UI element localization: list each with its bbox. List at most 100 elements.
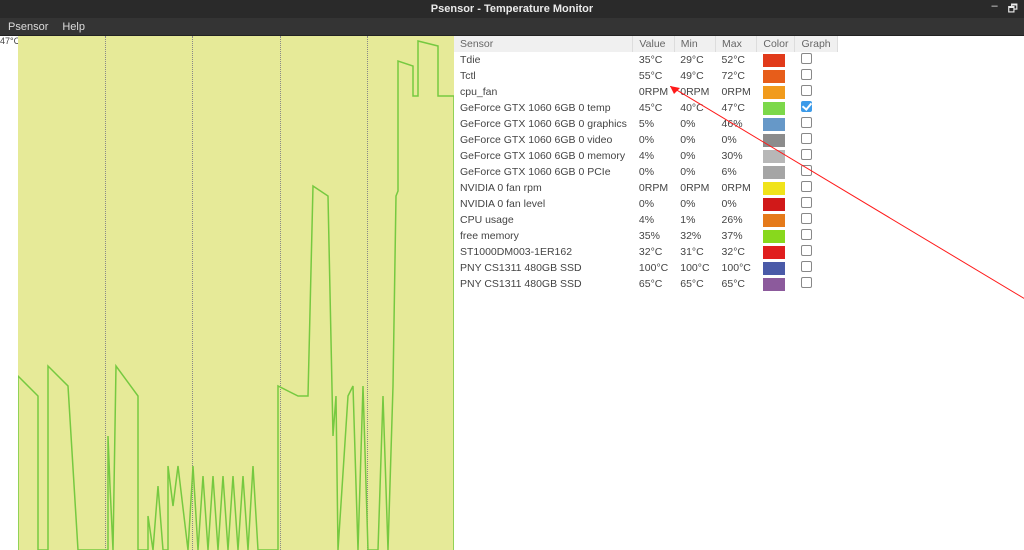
sensor-max: 26% [716, 212, 757, 228]
sensor-graph-checkbox[interactable] [795, 164, 837, 180]
sensor-value: 4% [633, 212, 674, 228]
table-row[interactable]: GeForce GTX 1060 6GB 0 graphics5%0%46% [454, 116, 837, 132]
main-content: 47°C Sensor Value Min Max Color Graph [0, 36, 1024, 550]
sensor-color-swatch[interactable] [757, 100, 795, 116]
sensor-value: 55°C [633, 68, 674, 84]
sensor-color-swatch[interactable] [757, 276, 795, 292]
table-row[interactable]: free memory35%32%37% [454, 228, 837, 244]
sensor-color-swatch[interactable] [757, 148, 795, 164]
table-row[interactable]: GeForce GTX 1060 6GB 0 video0%0%0% [454, 132, 837, 148]
sensor-max: 100°C [716, 260, 757, 276]
sensor-value: 4% [633, 148, 674, 164]
col-sensor[interactable]: Sensor [454, 36, 633, 52]
sensor-min: 0RPM [674, 180, 715, 196]
sensor-graph-checkbox[interactable] [795, 84, 837, 100]
sensor-graph-checkbox[interactable] [795, 52, 837, 68]
sensor-min: 31°C [674, 244, 715, 260]
table-row[interactable]: PNY CS1311 480GB SSD65°C65°C65°C [454, 276, 837, 292]
table-row[interactable]: GeForce GTX 1060 6GB 0 PCIe0%0%6% [454, 164, 837, 180]
sensor-value: 100°C [633, 260, 674, 276]
col-color[interactable]: Color [757, 36, 795, 52]
sensor-value: 0% [633, 132, 674, 148]
table-row[interactable]: Tdie35°C29°C52°C [454, 52, 837, 68]
sensor-trace-line [18, 36, 454, 550]
sensor-name: cpu_fan [454, 84, 633, 100]
sensor-max: 32°C [716, 244, 757, 260]
sensor-value: 0RPM [633, 180, 674, 196]
table-row[interactable]: PNY CS1311 480GB SSD100°C100°C100°C [454, 260, 837, 276]
col-min[interactable]: Min [674, 36, 715, 52]
sensor-max: 72°C [716, 68, 757, 84]
sensor-max: 0RPM [716, 84, 757, 100]
sensor-graph-checkbox[interactable] [795, 228, 837, 244]
sensor-graph-checkbox[interactable] [795, 116, 837, 132]
table-row[interactable]: GeForce GTX 1060 6GB 0 temp45°C40°C47°C [454, 100, 837, 116]
sensor-color-swatch[interactable] [757, 132, 795, 148]
sensor-table-pane: Sensor Value Min Max Color Graph Tdie35°… [454, 36, 1024, 550]
sensor-name: PNY CS1311 480GB SSD [454, 260, 633, 276]
sensor-graph-checkbox[interactable] [795, 180, 837, 196]
sensor-max: 6% [716, 164, 757, 180]
sensor-color-swatch[interactable] [757, 244, 795, 260]
sensor-name: Tctl [454, 68, 633, 84]
sensor-graph-checkbox[interactable] [795, 148, 837, 164]
sensor-name: NVIDIA 0 fan level [454, 196, 633, 212]
sensor-graph-checkbox[interactable] [795, 132, 837, 148]
table-row[interactable]: GeForce GTX 1060 6GB 0 memory4%0%30% [454, 148, 837, 164]
sensor-name: GeForce GTX 1060 6GB 0 graphics [454, 116, 633, 132]
table-row[interactable]: NVIDIA 0 fan rpm0RPM0RPM0RPM [454, 180, 837, 196]
sensor-max: 30% [716, 148, 757, 164]
menu-help[interactable]: Help [62, 21, 85, 33]
table-row[interactable]: Tctl55°C49°C72°C [454, 68, 837, 84]
sensor-graph-checkbox[interactable] [795, 196, 837, 212]
menu-psensor[interactable]: Psensor [8, 21, 48, 33]
sensor-min: 0% [674, 164, 715, 180]
sensor-color-swatch[interactable] [757, 68, 795, 84]
sensor-color-swatch[interactable] [757, 260, 795, 276]
minimize-button[interactable]: – [992, 0, 998, 19]
sensor-graph-checkbox[interactable] [795, 100, 837, 116]
sensor-color-swatch[interactable] [757, 180, 795, 196]
sensor-min: 0% [674, 116, 715, 132]
sensor-name: free memory [454, 228, 633, 244]
sensor-value: 0RPM [633, 84, 674, 100]
sensor-value: 0% [633, 164, 674, 180]
sensor-color-swatch[interactable] [757, 212, 795, 228]
maximize-button[interactable]: 🗗 [1008, 0, 1018, 19]
table-row[interactable]: cpu_fan0RPM0RPM0RPM [454, 84, 837, 100]
sensor-min: 0% [674, 148, 715, 164]
sensor-graph-checkbox[interactable] [795, 68, 837, 84]
titlebar: Psensor - Temperature Monitor – 🗗 [0, 0, 1024, 18]
sensor-graph-checkbox[interactable] [795, 212, 837, 228]
sensor-value: 32°C [633, 244, 674, 260]
sensor-graph-checkbox[interactable] [795, 276, 837, 292]
sensor-value: 35°C [633, 52, 674, 68]
sensor-color-swatch[interactable] [757, 52, 795, 68]
sensor-max: 0% [716, 196, 757, 212]
col-max[interactable]: Max [716, 36, 757, 52]
sensor-min: 1% [674, 212, 715, 228]
sensor-color-swatch[interactable] [757, 84, 795, 100]
col-graph[interactable]: Graph [795, 36, 837, 52]
sensor-max: 37% [716, 228, 757, 244]
menubar: Psensor Help [0, 18, 1024, 36]
sensor-name: GeForce GTX 1060 6GB 0 video [454, 132, 633, 148]
sensor-min: 32% [674, 228, 715, 244]
sensor-color-swatch[interactable] [757, 116, 795, 132]
sensor-name: ST1000DM003-1ER162 [454, 244, 633, 260]
col-value[interactable]: Value [633, 36, 674, 52]
table-row[interactable]: NVIDIA 0 fan level0%0%0% [454, 196, 837, 212]
sensor-value: 45°C [633, 100, 674, 116]
sensor-color-swatch[interactable] [757, 196, 795, 212]
table-row[interactable]: ST1000DM003-1ER16232°C31°C32°C [454, 244, 837, 260]
sensor-name: CPU usage [454, 212, 633, 228]
sensor-color-swatch[interactable] [757, 228, 795, 244]
sensor-graph-checkbox[interactable] [795, 260, 837, 276]
table-row[interactable]: CPU usage4%1%26% [454, 212, 837, 228]
sensor-color-swatch[interactable] [757, 164, 795, 180]
sensor-min: 0% [674, 132, 715, 148]
sensor-value: 65°C [633, 276, 674, 292]
sensor-min: 0% [674, 196, 715, 212]
sensor-graph-checkbox[interactable] [795, 244, 837, 260]
graph-pane: 47°C [0, 36, 454, 550]
